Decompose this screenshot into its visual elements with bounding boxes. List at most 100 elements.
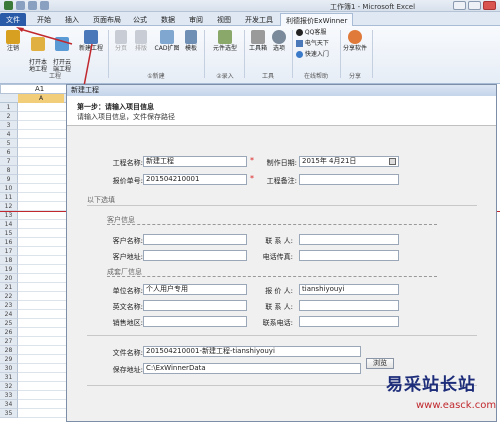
browse-button[interactable]: 浏览: [366, 358, 394, 369]
divider: [107, 276, 437, 277]
cad-button[interactable]: CAD扩图: [154, 30, 180, 52]
contact-phone-label: 联系电话:: [262, 319, 293, 327]
undo-icon[interactable]: [28, 1, 37, 10]
qq-support-button[interactable]: QQ客服: [296, 29, 338, 36]
phone-button[interactable]: 电气天下: [296, 40, 338, 47]
quickstart-label: 快速入门: [304, 51, 329, 58]
row-header[interactable]: 14: [0, 220, 18, 229]
split-button[interactable]: 分页: [112, 30, 130, 52]
tab-data[interactable]: 数据: [156, 13, 180, 26]
row-header[interactable]: 4: [0, 130, 18, 139]
row-header[interactable]: 23: [0, 301, 18, 310]
row-header[interactable]: 8: [0, 166, 18, 175]
row-header[interactable]: 25: [0, 319, 18, 328]
template-label: 模板: [184, 45, 197, 52]
row-header[interactable]: 20: [0, 274, 18, 283]
row-header[interactable]: 3: [0, 121, 18, 130]
required-marker: *: [250, 156, 254, 165]
options-button[interactable]: 选项: [270, 30, 288, 52]
column-a-header[interactable]: A: [18, 94, 64, 103]
row-header[interactable]: 9: [0, 175, 18, 184]
row-header[interactable]: 33: [0, 391, 18, 400]
layout-button[interactable]: 排版: [132, 30, 150, 52]
tab-page-layout[interactable]: 页面布局: [88, 13, 126, 26]
share-label: 分享软件: [342, 45, 367, 52]
redo-icon[interactable]: [40, 1, 49, 10]
row-header[interactable]: 2: [0, 112, 18, 121]
ribbon-separator: [204, 30, 205, 78]
contact-field[interactable]: [299, 234, 399, 245]
tab-insert[interactable]: 插入: [60, 13, 84, 26]
dialog-header: 第一步：请输入项目信息 请输入项目信息，文件保存路径: [67, 96, 496, 126]
phone-fax-label: 电话传真:: [262, 253, 293, 261]
row-header[interactable]: 31: [0, 373, 18, 382]
quoter-field[interactable]: tianshiyouyi: [299, 284, 399, 295]
project-name-field[interactable]: 新建工程: [143, 156, 247, 167]
row-header[interactable]: 24: [0, 310, 18, 319]
calendar-icon[interactable]: [389, 158, 396, 165]
row-header[interactable]: 34: [0, 400, 18, 409]
quickstart-button[interactable]: 快速入门: [296, 51, 338, 58]
minimize-button[interactable]: [453, 1, 466, 10]
row-header[interactable]: 10: [0, 184, 18, 193]
contact2-field[interactable]: [299, 300, 399, 311]
row-header[interactable]: 21: [0, 283, 18, 292]
date-picker[interactable]: 2015年 4月21日: [299, 156, 399, 167]
row-header[interactable]: 18: [0, 256, 18, 265]
row-header[interactable]: 5: [0, 139, 18, 148]
component-label: 元件选型: [212, 45, 237, 52]
tab-formulas[interactable]: 公式: [128, 13, 152, 26]
row-header[interactable]: 27: [0, 337, 18, 346]
row-header[interactable]: 6: [0, 148, 18, 157]
component-select-button[interactable]: 元件选型: [210, 30, 240, 52]
row-header[interactable]: 28: [0, 346, 18, 355]
row-header[interactable]: 1: [0, 103, 18, 112]
row-header[interactable]: 7: [0, 157, 18, 166]
save-path-field[interactable]: C:\ExWinnerData: [143, 363, 361, 374]
ribbon-tabs: 文件 开始 插入 页面布局 公式 数据 审阅 视图 开发工具 利德报价ExWin…: [0, 12, 500, 26]
tools-icon: [251, 30, 265, 44]
tab-file[interactable]: 文件: [0, 13, 26, 26]
row-header[interactable]: 22: [0, 292, 18, 301]
tab-developer[interactable]: 开发工具: [240, 13, 278, 26]
tab-exwinner[interactable]: 利德报价ExWinner: [280, 13, 354, 26]
template-button[interactable]: 模板: [182, 30, 200, 52]
english-name-field[interactable]: [143, 300, 247, 311]
row-header[interactable]: 32: [0, 382, 18, 391]
remark-field[interactable]: [299, 174, 399, 185]
tab-view[interactable]: 视图: [212, 13, 236, 26]
row-header[interactable]: 29: [0, 355, 18, 364]
tab-review[interactable]: 审阅: [184, 13, 208, 26]
watermark-url: www.easck.com: [416, 400, 497, 411]
unit-name-field[interactable]: 个人用户专用: [143, 284, 247, 295]
row-header[interactable]: 26: [0, 328, 18, 337]
customer-address-label: 客户地址:: [112, 253, 143, 261]
group-new-label: ①新建: [147, 73, 165, 80]
row-header[interactable]: 16: [0, 238, 18, 247]
quote-no-field[interactable]: 201504210001: [143, 174, 247, 185]
row-header[interactable]: 12: [0, 202, 18, 211]
file-name-field[interactable]: 201504210001-新建工程-tianshiyouyi: [143, 346, 361, 357]
row-header[interactable]: 11: [0, 193, 18, 202]
maximize-button[interactable]: [468, 1, 481, 10]
share-button[interactable]: 分享软件: [342, 30, 368, 52]
row-header[interactable]: 35: [0, 409, 18, 418]
phone-fax-field[interactable]: [299, 250, 399, 261]
close-button[interactable]: [483, 1, 496, 10]
row-header[interactable]: 17: [0, 247, 18, 256]
tab-home[interactable]: 开始: [32, 13, 56, 26]
toolbox-button[interactable]: 工具箱: [247, 30, 269, 52]
customer-name-field[interactable]: [143, 234, 247, 245]
row-header[interactable]: 15: [0, 229, 18, 238]
sales-area-field[interactable]: [143, 316, 247, 327]
row-header[interactable]: 30: [0, 364, 18, 373]
date-label: 制作日期:: [266, 159, 297, 167]
remark-label: 工程备注:: [266, 177, 297, 185]
contact-phone-field[interactable]: [299, 316, 399, 327]
row-header[interactable]: 19: [0, 265, 18, 274]
window-controls: [453, 1, 496, 10]
customer-address-field[interactable]: [143, 250, 247, 261]
row-header[interactable]: 13: [0, 211, 18, 220]
save-path-label: 保存地址:: [112, 366, 143, 374]
save-icon[interactable]: [16, 1, 25, 10]
